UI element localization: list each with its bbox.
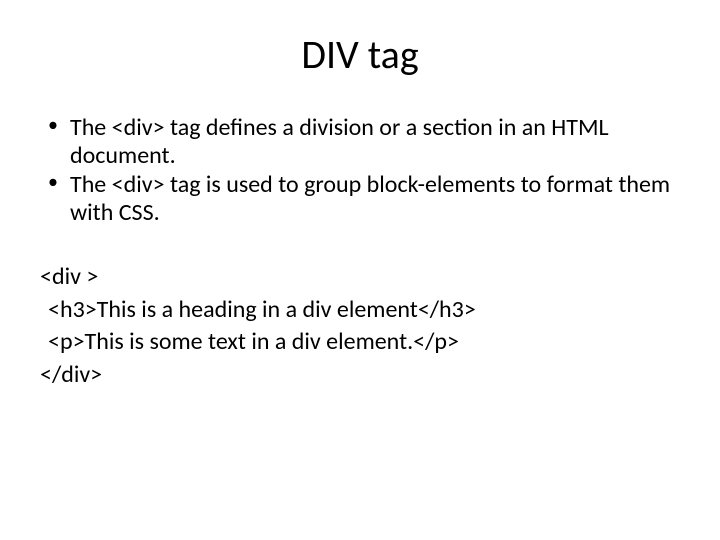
bullet-item: The <div> tag is used to group block-ele… xyxy=(40,171,680,226)
code-line: <div > xyxy=(40,261,680,293)
bullet-item: The <div> tag defines a division or a se… xyxy=(40,114,680,169)
code-line: <p>This is some text in a div element.</… xyxy=(40,326,680,358)
bullet-list: The <div> tag defines a division or a se… xyxy=(40,114,680,226)
code-example: <div > <h3>This is a heading in a div el… xyxy=(40,261,680,391)
code-line: <h3>This is a heading in a div element</… xyxy=(40,294,680,326)
slide-title: DIV tag xyxy=(40,30,680,79)
code-line: </div> xyxy=(40,359,680,391)
